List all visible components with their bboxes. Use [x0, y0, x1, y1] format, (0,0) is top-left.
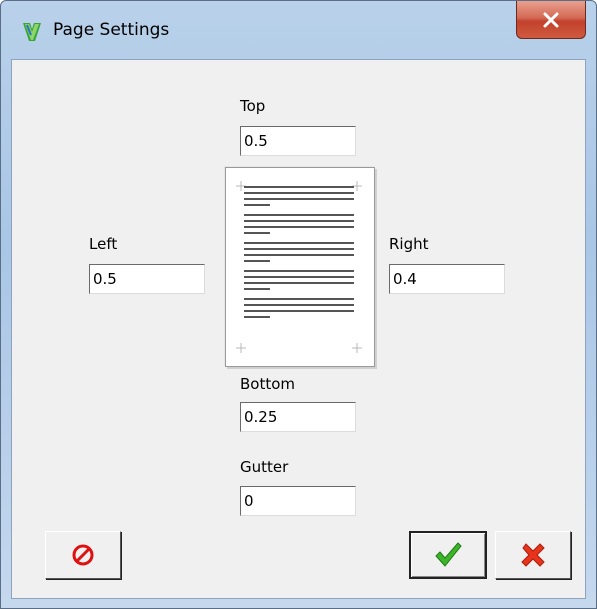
gutter-input[interactable] [240, 486, 356, 516]
close-icon [543, 12, 559, 27]
dialog-window: Page Settings Top Left Right [0, 0, 597, 609]
top-margin-input[interactable] [240, 126, 356, 156]
gutter-label: Gutter [240, 458, 289, 476]
bottom-margin-input[interactable] [240, 402, 356, 432]
right-label: Right [389, 235, 429, 253]
bottom-label: Bottom [240, 375, 296, 393]
left-margin-input[interactable] [89, 264, 205, 294]
title-bar[interactable]: Page Settings [1, 1, 596, 59]
page-preview-graphic [236, 181, 362, 353]
left-label: Left [89, 235, 118, 253]
window-title: Page Settings [53, 20, 170, 40]
top-label: Top [240, 97, 266, 115]
close-button[interactable] [516, 1, 586, 39]
ok-button[interactable] [409, 531, 487, 579]
x-mark-icon [521, 543, 545, 567]
right-margin-input[interactable] [389, 264, 505, 294]
cancel-button[interactable] [495, 531, 571, 579]
app-icon [23, 23, 41, 41]
reset-button[interactable] [45, 531, 121, 579]
page-preview [225, 167, 375, 367]
prohibited-icon [72, 544, 94, 566]
checkmark-icon [435, 542, 462, 567]
